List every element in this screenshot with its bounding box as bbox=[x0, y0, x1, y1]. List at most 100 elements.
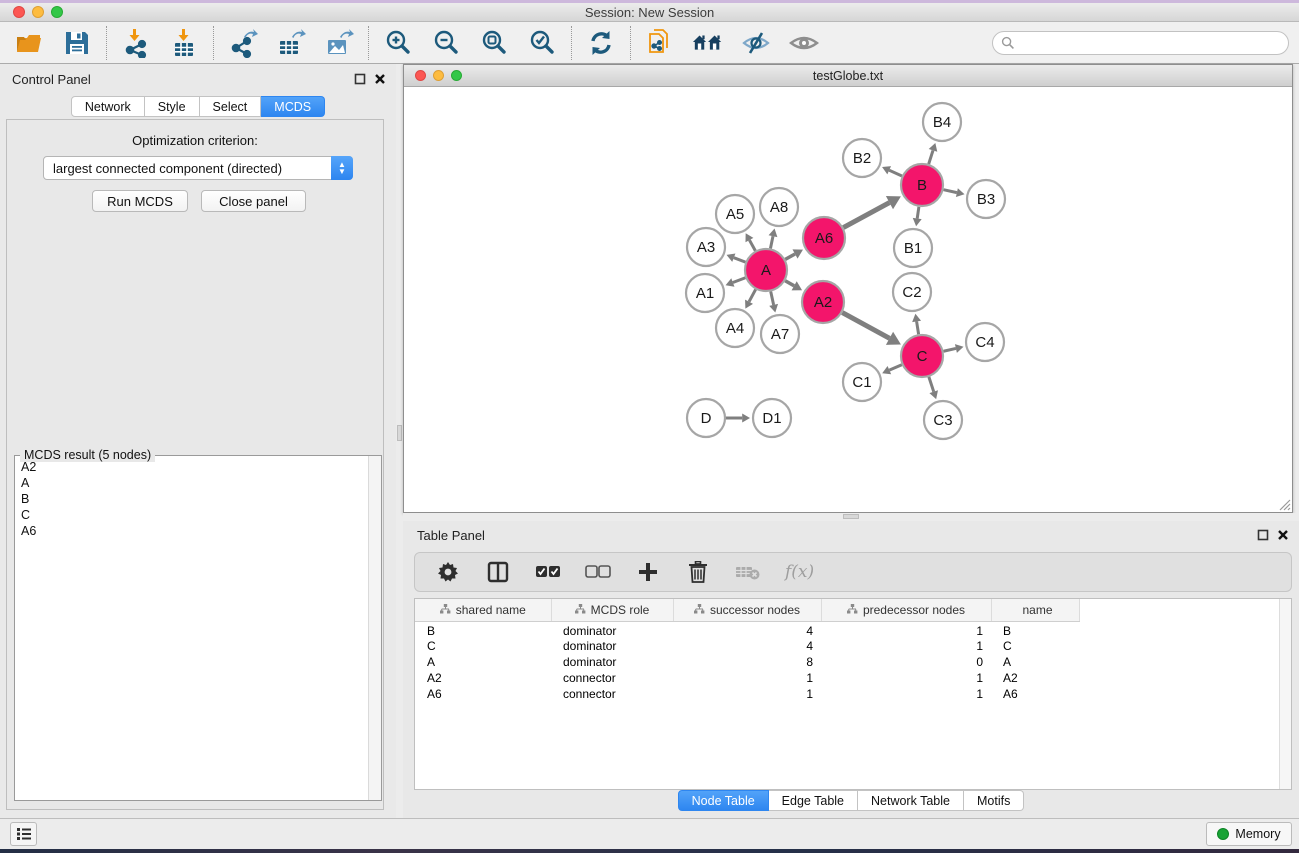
deselect-all-rows-icon[interactable] bbox=[585, 559, 611, 585]
edge-A2-C[interactable] bbox=[842, 313, 889, 339]
table-row[interactable]: Cdominator41C bbox=[415, 638, 1079, 654]
graph-node-A3[interactable]: A3 bbox=[687, 228, 725, 266]
table-row[interactable]: Adominator80A bbox=[415, 654, 1079, 670]
open-session-icon[interactable] bbox=[13, 27, 45, 59]
hide-eye-icon[interactable] bbox=[740, 27, 772, 59]
select-all-rows-icon[interactable] bbox=[535, 559, 561, 585]
table-cell[interactable]: C bbox=[415, 638, 551, 654]
zoom-selected-icon[interactable] bbox=[526, 27, 558, 59]
node-table[interactable]: shared nameMCDS rolesuccessor nodesprede… bbox=[414, 598, 1292, 790]
float-table-panel-icon[interactable] bbox=[1257, 529, 1269, 541]
table-cell[interactable]: connector bbox=[551, 670, 673, 686]
close-table-panel-icon[interactable] bbox=[1277, 529, 1289, 541]
export-table-icon[interactable] bbox=[275, 27, 307, 59]
edge-A-A4[interactable] bbox=[749, 289, 756, 301]
column-header-predecessor-nodes[interactable]: predecessor nodes bbox=[821, 599, 991, 621]
search-input[interactable] bbox=[992, 31, 1289, 55]
run-mcds-button[interactable]: Run MCDS bbox=[92, 190, 188, 212]
table-cell[interactable]: dominator bbox=[551, 638, 673, 654]
show-columns-icon[interactable] bbox=[485, 559, 511, 585]
graph-node-A[interactable]: A bbox=[745, 249, 787, 291]
edge-A6-B[interactable] bbox=[843, 203, 889, 228]
graph-node-C2[interactable]: C2 bbox=[893, 273, 931, 311]
edge-A-A2[interactable] bbox=[785, 281, 794, 286]
edge-C-C1[interactable] bbox=[889, 365, 901, 370]
table-cell[interactable]: A2 bbox=[991, 670, 1079, 686]
graph-node-C4[interactable]: C4 bbox=[966, 323, 1004, 361]
delete-column-trash-icon[interactable] bbox=[685, 559, 711, 585]
column-header-MCDS-role[interactable]: MCDS role bbox=[551, 599, 673, 621]
table-cell[interactable]: 1 bbox=[821, 621, 991, 638]
graph-node-A2[interactable]: A2 bbox=[802, 281, 844, 323]
task-history-button[interactable] bbox=[10, 822, 37, 846]
table-cell[interactable]: 8 bbox=[673, 654, 821, 670]
table-cell[interactable]: A bbox=[991, 654, 1079, 670]
table-cell[interactable]: A6 bbox=[415, 686, 551, 702]
close-panel-button[interactable]: Close panel bbox=[201, 190, 306, 212]
table-cell[interactable]: A6 bbox=[991, 686, 1079, 702]
mcds-result-scrollbar[interactable] bbox=[368, 456, 381, 800]
criterion-select[interactable]: largest connected component (directed) ▲… bbox=[43, 156, 353, 180]
edge-B-B2[interactable] bbox=[889, 170, 902, 176]
edge-A-A8[interactable] bbox=[770, 236, 773, 248]
tab-network[interactable]: Network bbox=[71, 96, 145, 117]
table-cell[interactable]: B bbox=[415, 621, 551, 638]
mcds-result-item[interactable]: B bbox=[15, 491, 368, 507]
mcds-result-item[interactable]: A bbox=[15, 475, 368, 491]
graph-node-D[interactable]: D bbox=[687, 399, 725, 437]
table-cell[interactable]: 1 bbox=[673, 670, 821, 686]
graph-node-C[interactable]: C bbox=[901, 335, 943, 377]
graph-node-B1[interactable]: B1 bbox=[894, 229, 932, 267]
import-table-icon[interactable] bbox=[168, 27, 200, 59]
graph-node-A7[interactable]: A7 bbox=[761, 315, 799, 353]
table-cell[interactable]: 4 bbox=[673, 638, 821, 654]
mcds-result-item[interactable]: C bbox=[15, 507, 368, 523]
table-cell[interactable]: 1 bbox=[821, 686, 991, 702]
edge-C-C4[interactable] bbox=[943, 348, 955, 351]
vertical-split-divider[interactable] bbox=[396, 64, 403, 818]
table-cell[interactable]: 4 bbox=[673, 621, 821, 638]
zoom-in-icon[interactable] bbox=[382, 27, 414, 59]
table-row[interactable]: A2connector11A2 bbox=[415, 670, 1079, 686]
tab-mcds[interactable]: MCDS bbox=[261, 96, 325, 117]
vertical-split-grip[interactable] bbox=[397, 425, 402, 441]
graph-node-D1[interactable]: D1 bbox=[753, 399, 791, 437]
table-cell[interactable]: B bbox=[991, 621, 1079, 638]
table-cell[interactable]: A bbox=[415, 654, 551, 670]
tab-edge-table[interactable]: Edge Table bbox=[769, 790, 858, 811]
horizontal-split-grip[interactable] bbox=[843, 514, 859, 519]
table-settings-gear-icon[interactable] bbox=[435, 559, 461, 585]
table-cell[interactable]: C bbox=[991, 638, 1079, 654]
graph-node-A8[interactable]: A8 bbox=[760, 188, 798, 226]
zoom-out-icon[interactable] bbox=[430, 27, 462, 59]
column-header-shared-name[interactable]: shared name bbox=[415, 599, 551, 621]
table-row[interactable]: A6connector11A6 bbox=[415, 686, 1079, 702]
add-column-icon[interactable] bbox=[635, 559, 661, 585]
houses-icon[interactable] bbox=[692, 27, 724, 59]
graph-node-B2[interactable]: B2 bbox=[843, 139, 881, 177]
tab-select[interactable]: Select bbox=[200, 96, 262, 117]
edge-B-B1[interactable] bbox=[917, 207, 919, 219]
network-graph[interactable]: B4B2BB3A8A5A6A3B1AA1C2A2A4A7C4CC1C3DD1 bbox=[404, 87, 1292, 512]
table-cell[interactable]: 1 bbox=[821, 670, 991, 686]
table-cell[interactable]: connector bbox=[551, 686, 673, 702]
copy-network-view-icon[interactable] bbox=[644, 27, 676, 59]
memory-button[interactable]: Memory bbox=[1206, 822, 1292, 846]
graph-node-A6[interactable]: A6 bbox=[803, 217, 845, 259]
table-cell[interactable]: dominator bbox=[551, 621, 673, 638]
table-row[interactable]: Bdominator41B bbox=[415, 621, 1079, 638]
export-image-icon[interactable] bbox=[323, 27, 355, 59]
graph-node-B4[interactable]: B4 bbox=[923, 103, 961, 141]
export-network-icon[interactable] bbox=[227, 27, 259, 59]
edge-B-B4[interactable] bbox=[929, 150, 933, 164]
graph-node-C1[interactable]: C1 bbox=[843, 363, 881, 401]
edge-B-B3[interactable] bbox=[943, 190, 956, 193]
graph-node-A4[interactable]: A4 bbox=[716, 309, 754, 347]
resize-handle-icon[interactable] bbox=[1277, 497, 1291, 511]
graph-node-B3[interactable]: B3 bbox=[967, 180, 1005, 218]
graph-node-C3[interactable]: C3 bbox=[924, 401, 962, 439]
edge-A-A6[interactable] bbox=[785, 254, 795, 259]
tab-network-table[interactable]: Network Table bbox=[858, 790, 964, 811]
tab-node-table[interactable]: Node Table bbox=[678, 790, 769, 811]
show-eye-icon[interactable] bbox=[788, 27, 820, 59]
